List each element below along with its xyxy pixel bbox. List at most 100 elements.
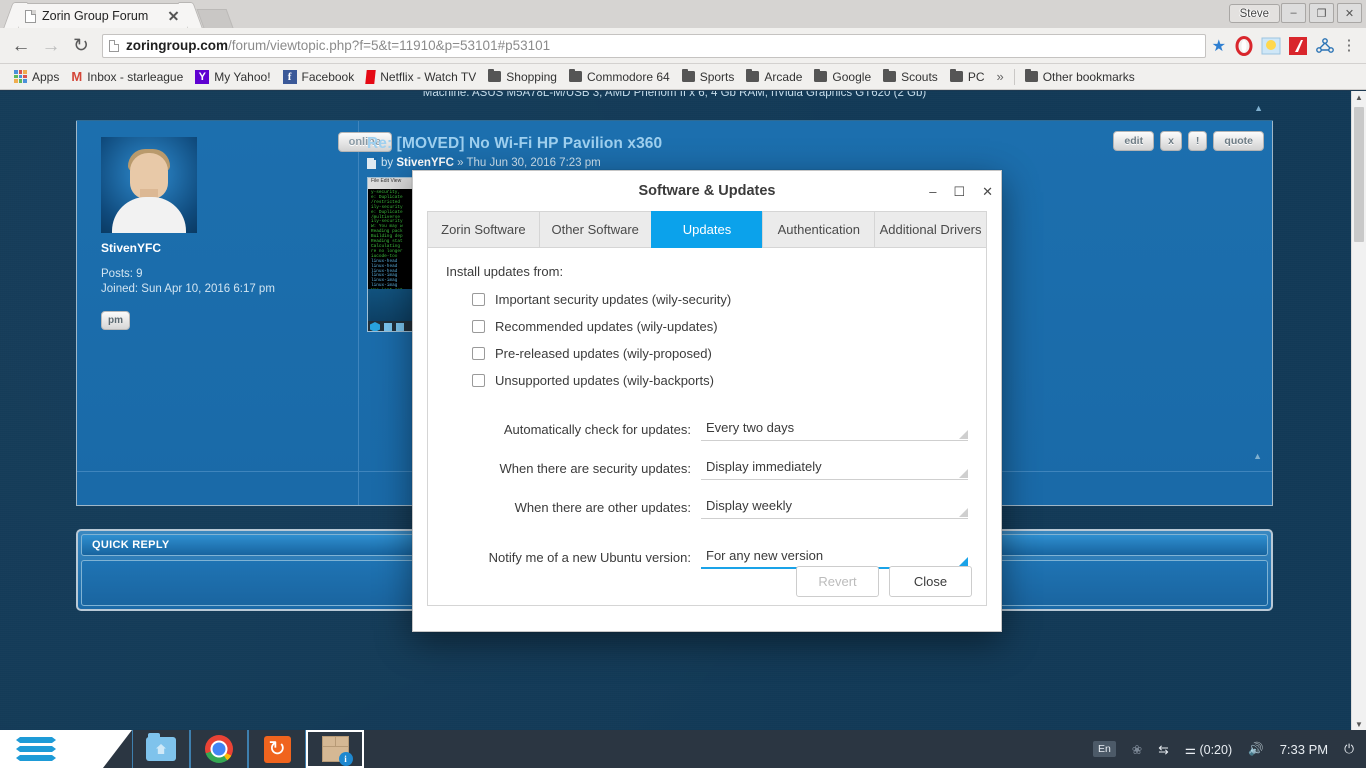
bookmark-netflix[interactable]: Netflix - Watch TV bbox=[360, 67, 482, 87]
bookmark-inbox[interactable]: M Inbox - starleague bbox=[65, 67, 189, 87]
field-auto-check-for-updates: Automatically check for updates: Every t… bbox=[446, 417, 968, 441]
delete-button[interactable]: x bbox=[1160, 131, 1182, 151]
scroll-top-icon[interactable]: ▲ bbox=[1254, 103, 1263, 113]
checkbox-icon[interactable] bbox=[472, 373, 485, 387]
minimize-icon[interactable]: – bbox=[929, 185, 936, 198]
browser-toolbar: ← → ↻ zoringroup.com/forum/viewtopic.php… bbox=[0, 28, 1366, 64]
other-updates-select[interactable]: Display weekly bbox=[701, 495, 968, 519]
close-window-button[interactable]: ✕ bbox=[1337, 3, 1362, 23]
checkbox-row-recommended-updates[interactable]: Recommended updates (wily-updates) bbox=[472, 315, 968, 337]
molecule-icon[interactable] bbox=[1312, 33, 1338, 59]
address-bar[interactable]: zoringroup.com/forum/viewtopic.php?f=5&t… bbox=[102, 33, 1206, 58]
bluetooth-icon[interactable]: ❀ bbox=[1132, 742, 1142, 757]
quote-button[interactable]: quote bbox=[1213, 131, 1264, 151]
auto-check-select[interactable]: Every two days bbox=[701, 417, 968, 441]
bookmark-facebook[interactable]: f Facebook bbox=[277, 67, 361, 87]
bookmark-scouts[interactable]: Scouts bbox=[877, 67, 944, 87]
tab-other-software[interactable]: Other Software bbox=[538, 211, 651, 248]
bookmark-other-bookmarks[interactable]: Other bookmarks bbox=[1019, 67, 1141, 87]
keyboard-layout-indicator[interactable]: En bbox=[1092, 741, 1116, 757]
browser-tab[interactable]: Zorin Group Forum bbox=[18, 3, 188, 28]
taskbar-item-chrome[interactable] bbox=[190, 730, 248, 768]
window-controls: – ❐ ✕ bbox=[1281, 3, 1362, 23]
chrome-menu-icon[interactable]: ⋮ bbox=[1338, 38, 1360, 53]
scrollbar-thumb[interactable] bbox=[1354, 107, 1364, 242]
maximize-button[interactable]: ❐ bbox=[1309, 3, 1334, 23]
folder-icon bbox=[488, 68, 502, 82]
volume-icon[interactable]: 🔊 bbox=[1248, 742, 1264, 757]
tab-updates[interactable]: Updates bbox=[650, 211, 763, 248]
page-scrollbar[interactable]: ▲ ▼ bbox=[1351, 91, 1366, 731]
bookmark-commodore-64[interactable]: Commodore 64 bbox=[563, 67, 676, 87]
revert-button[interactable]: Revert bbox=[796, 566, 879, 597]
close-button[interactable]: Close bbox=[889, 566, 972, 597]
profile-button[interactable]: Steve bbox=[1228, 4, 1280, 23]
battery-group[interactable]: ⚌ (0:20) bbox=[1185, 742, 1232, 757]
report-button[interactable]: ! bbox=[1187, 131, 1208, 151]
meta-author[interactable]: StivenYFC bbox=[396, 157, 454, 169]
checkbox-icon[interactable] bbox=[472, 292, 485, 306]
adobe-icon[interactable] bbox=[1285, 33, 1311, 59]
bookmark-my-yahoo[interactable]: Y My Yahoo! bbox=[189, 67, 276, 87]
thumbnail-task-icon bbox=[396, 323, 404, 331]
tab-zorin-software[interactable]: Zorin Software bbox=[427, 211, 539, 248]
browser-tab-strip: Zorin Group Forum Steve – ❐ ✕ bbox=[0, 0, 1366, 28]
select-value: Every two days bbox=[706, 420, 795, 435]
bookmark-label: My Yahoo! bbox=[214, 69, 271, 84]
bookmark-label: Other bookmarks bbox=[1042, 69, 1135, 84]
tab-additional-drivers[interactable]: Additional Drivers bbox=[874, 211, 987, 248]
power-icon[interactable]: ⏻ bbox=[1344, 742, 1354, 757]
bookmarks-overflow-button[interactable]: » bbox=[990, 69, 1009, 84]
battery-time: (0:20) bbox=[1199, 742, 1233, 757]
security-updates-select[interactable]: Display immediately bbox=[701, 456, 968, 480]
pm-button[interactable]: pm bbox=[101, 311, 130, 330]
taskbar-item-file-manager[interactable] bbox=[132, 730, 190, 768]
close-icon[interactable]: ✕ bbox=[982, 185, 993, 198]
close-icon[interactable] bbox=[167, 9, 181, 23]
bookmark-google[interactable]: Google bbox=[808, 67, 877, 87]
minimize-button[interactable]: – bbox=[1281, 3, 1306, 23]
clock[interactable]: 7:33 PM bbox=[1280, 742, 1328, 757]
folder-icon bbox=[883, 68, 897, 82]
reload-button[interactable]: ↻ bbox=[66, 31, 96, 61]
edit-button[interactable]: edit bbox=[1113, 131, 1155, 151]
new-tab-button[interactable] bbox=[196, 9, 234, 28]
checkbox-row-important-security-updates[interactable]: Important security updates (wily-securit… bbox=[472, 288, 968, 310]
checkbox-row-unsupported-updates[interactable]: Unsupported updates (wily-backports) bbox=[472, 369, 968, 391]
chrome-icon bbox=[205, 735, 233, 763]
posts-count: Posts: 9 bbox=[101, 268, 143, 280]
bookmark-label: Shopping bbox=[506, 69, 557, 84]
bookmark-arcade[interactable]: Arcade bbox=[740, 67, 808, 87]
bookmark-apps[interactable]: Apps bbox=[8, 67, 65, 87]
taskbar: i En ❀ ⇆ ⚌ (0:20) 🔊 7:33 PM ⏻ bbox=[0, 730, 1366, 768]
dialog-titlebar[interactable]: Software & Updates – ☐ ✕ bbox=[413, 171, 1001, 211]
tab-authentication[interactable]: Authentication bbox=[762, 211, 875, 248]
bookmark-pc[interactable]: PC bbox=[944, 67, 991, 87]
back-button[interactable]: ← bbox=[6, 31, 36, 61]
system-tray: En ❀ ⇆ ⚌ (0:20) 🔊 7:33 PM ⏻ bbox=[1092, 741, 1366, 757]
weather-icon[interactable] bbox=[1258, 33, 1284, 59]
scroll-up-arrow-icon[interactable]: ▲ bbox=[1352, 93, 1366, 102]
forward-button[interactable]: → bbox=[36, 31, 66, 61]
bookmark-shopping[interactable]: Shopping bbox=[482, 67, 563, 87]
bookmark-label: Arcade bbox=[764, 69, 803, 84]
maximize-icon[interactable]: ☐ bbox=[953, 185, 965, 198]
network-icon[interactable]: ⇆ bbox=[1158, 742, 1168, 757]
scroll-down-arrow-icon[interactable]: ▼ bbox=[1352, 720, 1366, 729]
bookmark-star-icon[interactable]: ★ bbox=[1212, 36, 1226, 56]
bookmark-label: Google bbox=[832, 69, 872, 84]
checkbox-row-pre-released-updates[interactable]: Pre-released updates (wily-proposed) bbox=[472, 342, 968, 364]
checkbox-icon[interactable] bbox=[472, 319, 485, 333]
maximize-icon: ❐ bbox=[1316, 7, 1327, 20]
post-actions: edit x ! quote bbox=[1113, 131, 1264, 151]
author-username[interactable]: StivenYFC bbox=[101, 241, 334, 255]
field-security-updates-behavior: When there are security updates: Display… bbox=[446, 456, 968, 480]
start-button[interactable] bbox=[0, 730, 132, 768]
scroll-top-icon[interactable]: ▲ bbox=[1253, 451, 1262, 461]
checkbox-icon[interactable] bbox=[472, 346, 485, 360]
opera-icon[interactable] bbox=[1231, 33, 1257, 59]
taskbar-item-software-and-updates[interactable]: i bbox=[306, 730, 364, 768]
taskbar-item-software-updater[interactable] bbox=[248, 730, 306, 768]
bookmark-sports[interactable]: Sports bbox=[676, 67, 741, 87]
page-info-icon[interactable] bbox=[109, 39, 119, 52]
